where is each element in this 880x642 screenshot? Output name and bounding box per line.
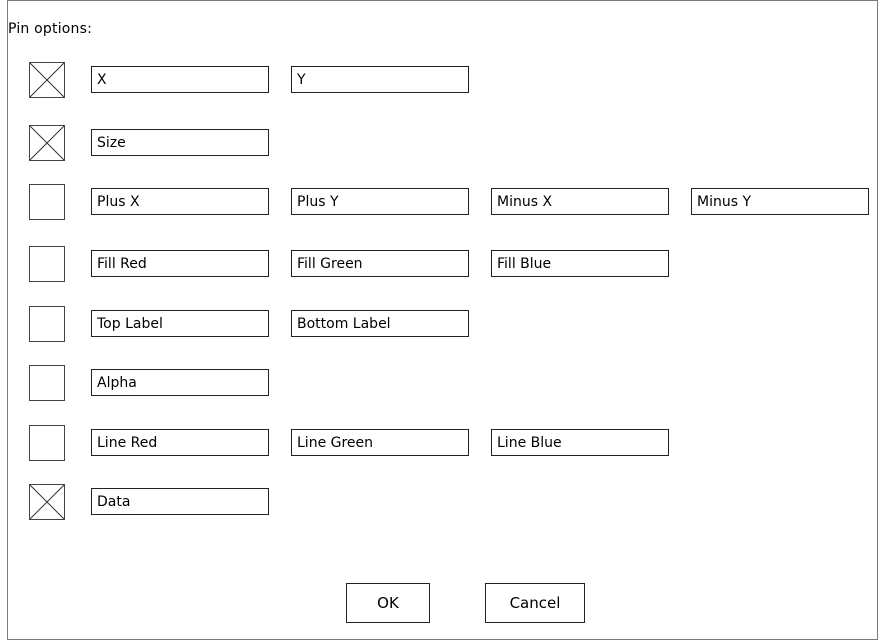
field-bottom-label[interactable] (291, 310, 469, 337)
checkbox-labels[interactable] (29, 306, 65, 342)
pin-options-dialog: Pin options: OK (7, 0, 878, 640)
field-line-red[interactable] (91, 429, 269, 456)
field-plus-x[interactable] (91, 188, 269, 215)
field-minus-y[interactable] (691, 188, 869, 215)
checkbox-alpha[interactable] (29, 365, 65, 401)
field-x[interactable] (91, 66, 269, 93)
field-minus-x[interactable] (491, 188, 669, 215)
checkbox-fill[interactable] (29, 246, 65, 282)
checkbox-size[interactable] (29, 125, 65, 161)
field-data[interactable] (91, 488, 269, 515)
field-alpha[interactable] (91, 369, 269, 396)
cancel-button[interactable]: Cancel (485, 583, 585, 623)
checkbox-xy[interactable] (29, 62, 65, 98)
dialog-title: Pin options: (8, 21, 93, 37)
field-line-green[interactable] (291, 429, 469, 456)
field-fill-green[interactable] (291, 250, 469, 277)
checkbox-x-mark-icon (30, 63, 64, 97)
field-plus-y[interactable] (291, 188, 469, 215)
checkbox-x-mark-icon (30, 485, 64, 519)
field-line-blue[interactable] (491, 429, 669, 456)
field-fill-red[interactable] (91, 250, 269, 277)
checkbox-data[interactable] (29, 484, 65, 520)
ok-button[interactable]: OK (346, 583, 430, 623)
field-fill-blue[interactable] (491, 250, 669, 277)
field-y[interactable] (291, 66, 469, 93)
checkbox-line[interactable] (29, 425, 65, 461)
field-top-label[interactable] (91, 310, 269, 337)
field-size[interactable] (91, 129, 269, 156)
checkbox-plus-minus[interactable] (29, 184, 65, 220)
checkbox-x-mark-icon (30, 126, 64, 160)
